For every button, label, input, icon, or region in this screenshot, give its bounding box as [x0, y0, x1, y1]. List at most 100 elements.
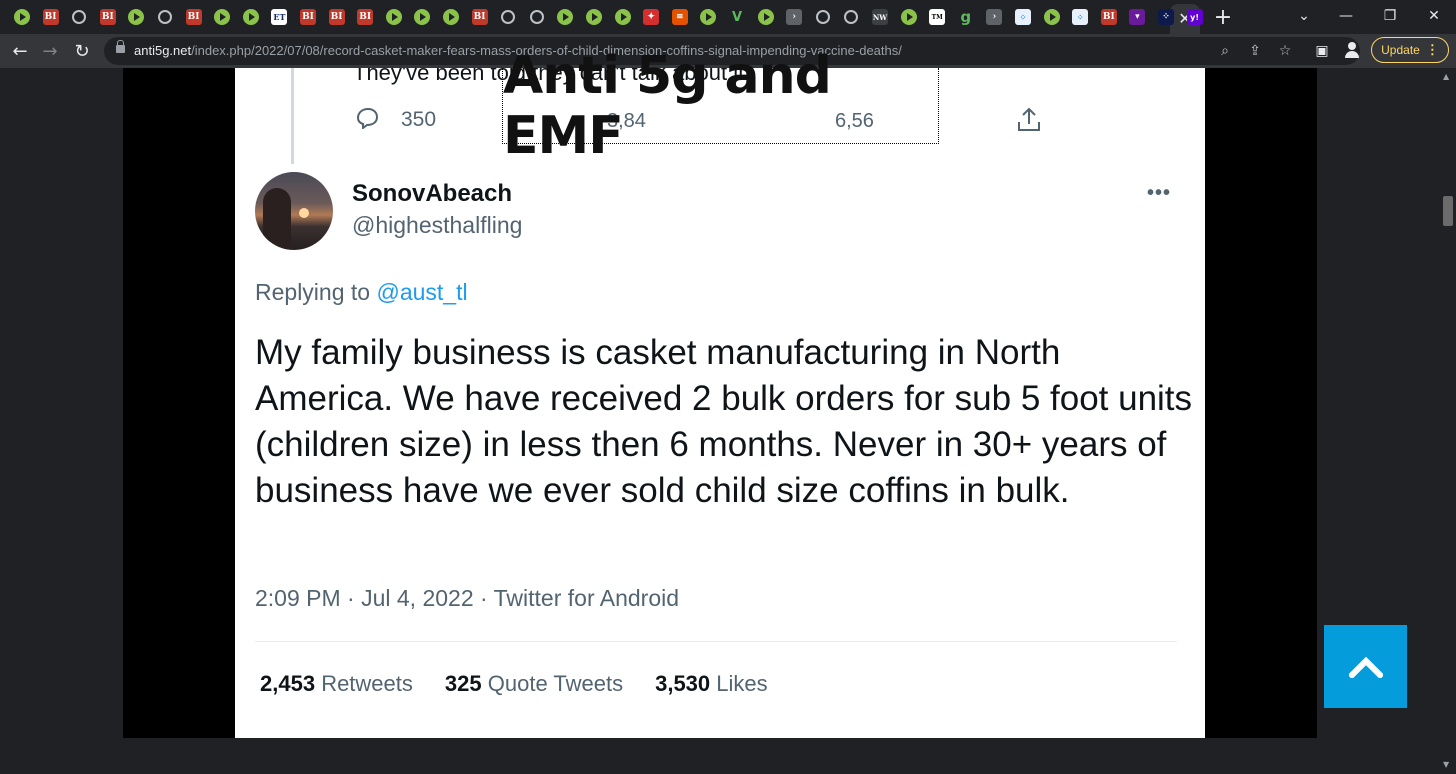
- bookmark-star-icon[interactable]: ☆: [1276, 42, 1294, 60]
- browser-tab[interactable]: [210, 6, 234, 28]
- lock-icon[interactable]: [116, 40, 125, 53]
- browser-tab[interactable]: [1040, 6, 1064, 28]
- browser-tab[interactable]: [239, 6, 263, 28]
- tweet-stats: 2,453 Retweets 325 Quote Tweets 3,530 Li…: [260, 671, 768, 697]
- blk-favicon-icon: TM: [929, 9, 946, 25]
- browser-tab[interactable]: ET: [267, 6, 291, 28]
- browser-tab[interactable]: BI: [96, 6, 120, 28]
- browser-tab[interactable]: V: [725, 6, 749, 28]
- purple-favicon-icon: ▾: [1129, 9, 1146, 25]
- browser-tab[interactable]: [67, 6, 91, 28]
- browser-tab[interactable]: [839, 6, 863, 28]
- v-favicon-icon: V: [729, 9, 745, 25]
- restore-button[interactable]: ❐: [1370, 4, 1410, 28]
- reply-count: 350: [401, 108, 437, 131]
- bi-favicon-icon: BI: [300, 9, 316, 25]
- play-favicon-icon: [443, 9, 459, 25]
- bi-favicon-icon: BI: [357, 9, 374, 25]
- stat-count: 325: [444, 671, 482, 696]
- user-handle: @highesthalfling: [352, 212, 523, 238]
- browser-tab[interactable]: [897, 6, 921, 28]
- bi-favicon-icon: BI: [1100, 9, 1117, 25]
- back-to-top-button[interactable]: [1324, 625, 1407, 708]
- browser-tab[interactable]: [410, 6, 434, 28]
- browser-tab[interactable]: [124, 6, 148, 28]
- browser-tab[interactable]: BI: [325, 6, 349, 28]
- yahoo-favicon-icon: y!: [1186, 9, 1203, 25]
- browser-tab[interactable]: [553, 6, 577, 28]
- browser-tab[interactable]: BI: [296, 6, 320, 28]
- play-favicon-icon: [700, 9, 717, 25]
- browser-tab[interactable]: [611, 6, 635, 28]
- browser-tab[interactable]: BI: [39, 6, 63, 28]
- et-favicon-icon: ET: [271, 9, 288, 25]
- replying-to: Replying to @aust_tl: [255, 279, 468, 306]
- browser-tab[interactable]: BI: [468, 6, 492, 28]
- browser-tab[interactable]: [811, 6, 835, 28]
- play-favicon-icon: [385, 9, 402, 25]
- scroll-down-arrow-icon[interactable]: ▼: [1443, 760, 1449, 769]
- tab-search-chevron-icon[interactable]: ⌄: [1284, 4, 1324, 28]
- stat-label: Retweets: [321, 671, 413, 696]
- replying-mention: @aust_tl: [376, 279, 468, 305]
- browser-tab[interactable]: [496, 6, 520, 28]
- tweet-body: My family business is casket manufacturi…: [255, 333, 1193, 510]
- share-page-icon[interactable]: ⇪: [1246, 42, 1264, 60]
- browser-tab[interactable]: TM: [925, 6, 949, 28]
- browser-tab[interactable]: [439, 6, 463, 28]
- divider: [255, 641, 1177, 642]
- new-tab-button[interactable]: +: [1210, 4, 1236, 30]
- browser-tab[interactable]: ⁘: [1154, 6, 1178, 28]
- site-logo[interactable]: Anti 5g and EMF: [502, 46, 939, 166]
- stat-label: Quote Tweets: [487, 671, 624, 696]
- scroll-up-arrow-icon[interactable]: ▲: [1443, 72, 1449, 81]
- browser-tab[interactable]: [754, 6, 778, 28]
- browser-tab[interactable]: [582, 6, 606, 28]
- scrollbar[interactable]: ▲ ▼: [1440, 68, 1456, 774]
- close-window-button[interactable]: ✕: [1414, 4, 1454, 28]
- update-button[interactable]: Update ⋮: [1371, 37, 1449, 63]
- globe-favicon-icon: [843, 9, 859, 25]
- browser-tab[interactable]: ▾: [1125, 6, 1149, 28]
- browser-tab[interactable]: y!: [1183, 6, 1207, 28]
- g-favicon-icon: g: [957, 8, 974, 26]
- stat-count: 2,453: [260, 671, 316, 696]
- browser-tab[interactable]: [696, 6, 720, 28]
- browser-tab[interactable]: BI: [1097, 6, 1121, 28]
- dark-favicon-icon: NW: [872, 9, 888, 25]
- browser-tab[interactable]: ≡: [668, 6, 692, 28]
- stat-quote-tweets: 325 Quote Tweets: [445, 671, 623, 697]
- browser-tab[interactable]: BI: [353, 6, 377, 28]
- profile-icon[interactable]: [1343, 41, 1361, 59]
- back-button[interactable]: ←: [6, 37, 34, 65]
- scrollbar-thumb[interactable]: [1443, 196, 1453, 226]
- browser-tab[interactable]: BI: [182, 6, 206, 28]
- browser-tab[interactable]: [153, 6, 177, 28]
- display-name: SonovAbeach: [352, 180, 513, 207]
- tweet-meta: 2:09 PM · Jul 4, 2022 · Twitter for Andr…: [255, 585, 680, 611]
- play-favicon-icon: [1043, 9, 1060, 25]
- stat-retweets: 2,453 Retweets: [260, 671, 413, 697]
- browser-tab[interactable]: NW: [868, 6, 892, 28]
- browser-tab[interactable]: ⁘: [1011, 6, 1035, 28]
- menu-dots-icon: ⋮: [1425, 42, 1439, 57]
- browser-tab[interactable]: ›: [982, 6, 1006, 28]
- page-viewport: They've been told they can't talk about …: [0, 46, 1440, 774]
- side-panel-icon[interactable]: ▣: [1312, 41, 1332, 61]
- browser-tab[interactable]: ›: [782, 6, 806, 28]
- play-favicon-icon: [900, 9, 917, 25]
- tab-strip: ✕ + ⌄ — ❐ ✕ BI BI BI ET BI BI BI BI ✦ ≡ V › NW TM g › ⁘ ⁘…: [0, 0, 1456, 34]
- chk-favicon-icon: ⁘: [1072, 9, 1089, 25]
- browser-tab[interactable]: g: [954, 6, 978, 28]
- zoom-icon[interactable]: ⌕: [1216, 42, 1234, 60]
- browser-tab[interactable]: ✦: [639, 6, 663, 28]
- forward-button[interactable]: →: [36, 37, 64, 65]
- browser-tab[interactable]: [525, 6, 549, 28]
- browser-tab[interactable]: [382, 6, 406, 28]
- play-favicon-icon: [214, 9, 231, 25]
- browser-tab[interactable]: [10, 6, 34, 28]
- minimize-button[interactable]: —: [1326, 4, 1366, 28]
- bi-favicon-icon: BI: [471, 9, 488, 25]
- browser-tab[interactable]: ⁘: [1068, 6, 1092, 28]
- reload-button[interactable]: ↻: [68, 37, 96, 65]
